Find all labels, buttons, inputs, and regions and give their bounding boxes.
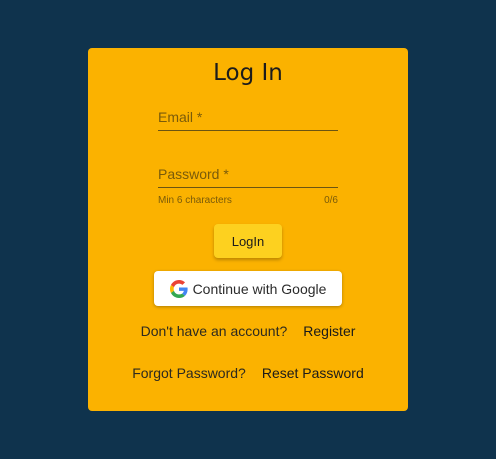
forgot-prompt: Forgot Password? [132, 365, 246, 381]
email-field[interactable]: Email * [158, 109, 338, 131]
password-char-counter: 0/6 [324, 195, 338, 206]
google-button-label: Continue with Google [192, 280, 327, 297]
password-helper-row: Min 6 characters 0/6 [158, 195, 338, 206]
email-label: Email * [158, 109, 338, 131]
register-prompt: Don't have an account? [140, 323, 288, 339]
register-link[interactable]: Register [303, 323, 355, 339]
register-row: Don't have an account? Register [88, 323, 408, 339]
password-label: Password * [158, 166, 338, 188]
password-field[interactable]: Password * [158, 166, 338, 188]
login-button[interactable]: LogIn [214, 224, 282, 258]
page-title: Log In [213, 60, 283, 86]
reset-row: Forgot Password? Reset Password [88, 365, 408, 381]
google-icon [169, 279, 188, 298]
reset-password-link[interactable]: Reset Password [262, 365, 364, 381]
login-card: Log In Email * Password * Min 6 characte… [88, 48, 408, 411]
password-helper-text: Min 6 characters [158, 195, 232, 206]
google-signin-button[interactable]: Continue with Google [154, 271, 342, 306]
